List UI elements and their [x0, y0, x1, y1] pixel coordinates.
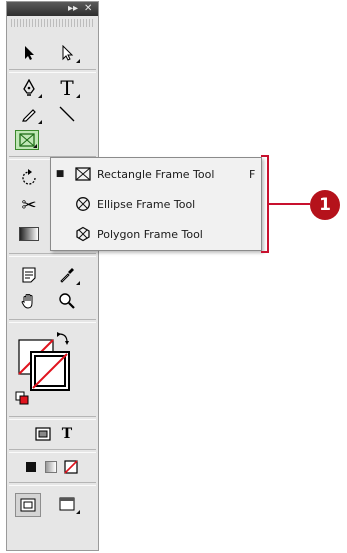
- callout-bracket: [261, 251, 269, 253]
- separator: [9, 482, 96, 486]
- hand-tool-icon[interactable]: [15, 290, 43, 312]
- panel-titlebar[interactable]: ▸▸ ✕: [7, 2, 98, 16]
- preview-mode-icon[interactable]: [53, 493, 81, 515]
- fill-stroke-swatch-icon[interactable]: [15, 330, 90, 412]
- type-tool-icon[interactable]: T: [53, 76, 81, 100]
- pencil-tool-icon[interactable]: [15, 103, 43, 125]
- menu-item-polygon-frame-tool[interactable]: Polygon Frame Tool: [51, 220, 261, 248]
- scissors-tool-icon[interactable]: ✂: [15, 194, 43, 216]
- tools-panel: ▸▸ ✕ T ✂ T: [6, 1, 99, 551]
- separator: [9, 253, 96, 257]
- zoom-tool-icon[interactable]: [53, 290, 81, 312]
- normal-view-icon[interactable]: [15, 493, 41, 517]
- menu-item-label: Rectangle Frame Tool: [97, 167, 215, 181]
- menu-item-label: Polygon Frame Tool: [97, 227, 203, 241]
- callout-number-badge: 1: [310, 190, 340, 220]
- apply-color-icon[interactable]: [21, 456, 41, 478]
- menu-item-shortcut: F: [249, 167, 256, 181]
- note-tool-icon[interactable]: [15, 264, 43, 286]
- checkmark: ■: [55, 169, 65, 179]
- menu-item-rectangle-frame-tool[interactable]: ■ Rectangle Frame Tool F: [51, 160, 261, 188]
- selection-tool-icon[interactable]: [15, 42, 43, 64]
- rectangle-frame-tool-icon[interactable]: [15, 130, 39, 150]
- rectangle-frame-icon: [69, 167, 97, 181]
- menu-item-ellipse-frame-tool[interactable]: Ellipse Frame Tool: [51, 190, 261, 218]
- pen-tool-icon[interactable]: [15, 77, 43, 99]
- separator: [9, 319, 96, 323]
- callout-line: [268, 203, 310, 205]
- eyedropper-tool-icon[interactable]: [53, 264, 81, 286]
- close-icon[interactable]: ✕: [84, 2, 92, 16]
- frame-tool-flyout-menu: ■ Rectangle Frame Tool F Ellipse Frame T…: [50, 157, 262, 251]
- gradient-swatch-tool-icon[interactable]: [15, 223, 43, 245]
- rotate-tool-icon[interactable]: [15, 167, 43, 189]
- separator: [9, 416, 96, 420]
- apply-gradient-icon[interactable]: [41, 456, 61, 478]
- separator: [9, 449, 96, 453]
- separator: [9, 69, 96, 73]
- formatting-text-icon[interactable]: T: [53, 423, 81, 445]
- polygon-frame-icon: [69, 226, 97, 242]
- direct-selection-tool-icon[interactable]: [53, 42, 81, 64]
- double-arrow-icon[interactable]: ▸▸: [68, 2, 78, 16]
- ellipse-frame-icon: [69, 196, 97, 212]
- menu-item-label: Ellipse Frame Tool: [97, 197, 196, 211]
- apply-none-icon[interactable]: [61, 456, 81, 478]
- panel-grip[interactable]: [11, 19, 94, 27]
- line-tool-icon[interactable]: [53, 103, 81, 125]
